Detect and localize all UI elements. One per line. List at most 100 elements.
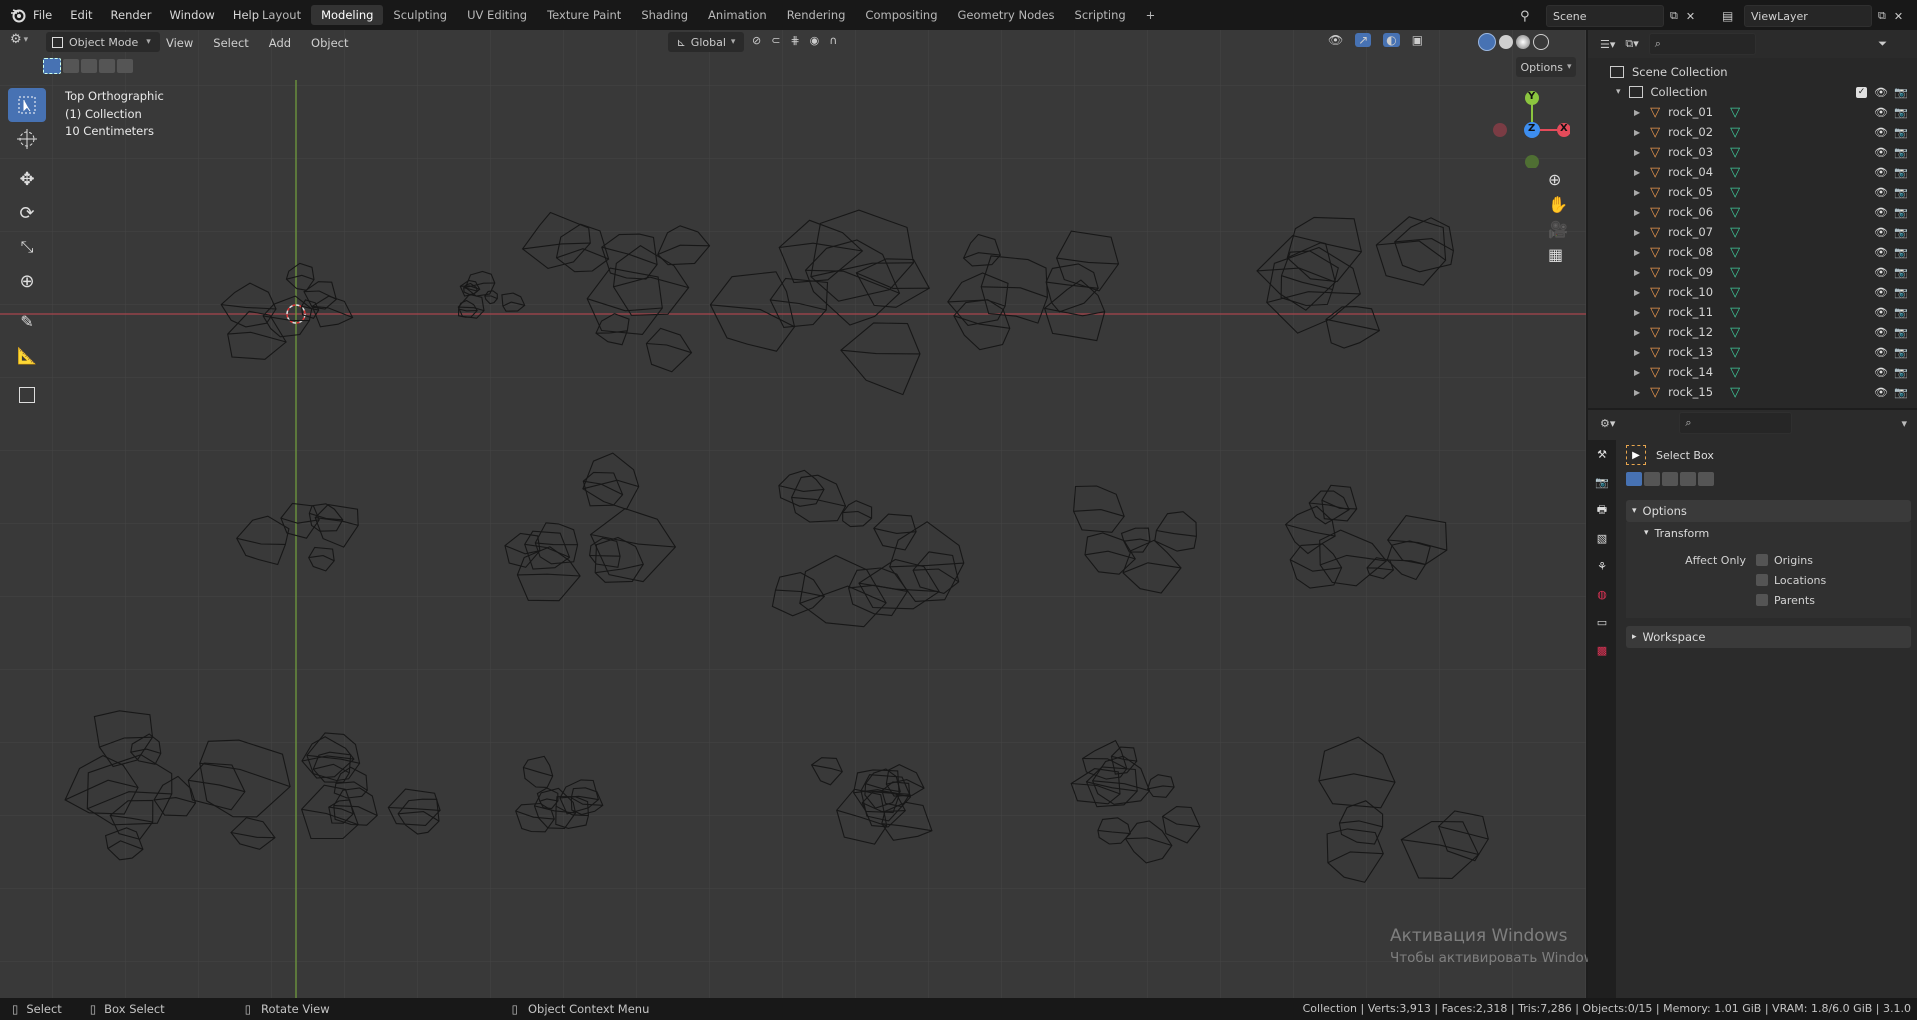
material-shading-icon[interactable] — [1516, 35, 1530, 49]
render-camera-icon[interactable]: 📷 — [1894, 266, 1908, 279]
mesh-data-icon[interactable]: ▽ — [1730, 145, 1740, 160]
render-camera-icon[interactable]: 📷 — [1894, 246, 1908, 259]
outliner-object-row[interactable]: ▶ ▽ rock_15 ▽ 👁 📷 — [1588, 382, 1917, 402]
proportional-edit-icon[interactable]: ◉ — [810, 34, 820, 47]
visibility-eye-icon[interactable]: 👁 — [1874, 206, 1888, 219]
render-camera-icon[interactable]: 📷 — [1894, 386, 1908, 399]
mesh-data-icon[interactable]: ▽ — [1730, 265, 1740, 280]
render-camera-icon[interactable]: 📷 — [1894, 186, 1908, 199]
annotate-tool[interactable]: ✎ — [8, 304, 46, 338]
mesh-data-icon[interactable]: ▽ — [1730, 385, 1740, 400]
editor-type-button[interactable]: ⚙ ▾ — [10, 32, 28, 47]
tab-collection[interactable]: ▭ — [1588, 608, 1616, 636]
filter-icon[interactable]: ⏷ — [1878, 37, 1887, 51]
render-camera-icon[interactable]: 📷 — [1894, 326, 1908, 339]
tab-texture-paint[interactable]: Texture Paint — [537, 5, 631, 25]
visibility-eye-icon[interactable]: 👁 — [1874, 366, 1888, 379]
mesh-data-icon[interactable]: ▽ — [1730, 225, 1740, 240]
outliner-object-row[interactable]: ▶ ▽ rock_03 ▽ 👁 📷 — [1588, 142, 1917, 162]
visibility-eye-icon[interactable]: 👁 — [1874, 186, 1888, 199]
pivot-point-icon[interactable]: ⊘ — [752, 34, 761, 47]
transform-subpanel-header[interactable]: ▾ Transform — [1626, 522, 1911, 544]
snap-icon[interactable]: ⊂ — [771, 34, 780, 47]
visibility-eye-icon[interactable]: 👁 — [1874, 86, 1888, 99]
select-subtract-icon[interactable] — [81, 59, 97, 73]
render-camera-icon[interactable]: 📷 — [1894, 286, 1908, 299]
visibility-eye-icon[interactable]: 👁 — [1874, 226, 1888, 239]
delete-scene-icon[interactable]: ✕ — [1686, 10, 1695, 23]
pan-hand-icon[interactable]: ✋ — [1548, 195, 1568, 214]
mesh-data-icon[interactable]: ▽ — [1730, 205, 1740, 220]
mesh-data-icon[interactable]: ▽ — [1730, 185, 1740, 200]
expand-arrow-icon[interactable]: ▶ — [1634, 368, 1640, 377]
solid-shading-icon[interactable] — [1499, 35, 1513, 49]
outliner-object-row[interactable]: ▶ ▽ rock_04 ▽ 👁 📷 — [1588, 162, 1917, 182]
mesh-data-icon[interactable]: ▽ — [1730, 245, 1740, 260]
expand-arrow-icon[interactable]: ▶ — [1634, 148, 1640, 157]
mesh-data-icon[interactable]: ▽ — [1730, 125, 1740, 140]
delete-view-layer-icon[interactable]: ✕ — [1894, 10, 1903, 23]
visibility-eye-icon[interactable]: 👁 — [1874, 126, 1888, 139]
chevron-down-icon[interactable]: ▾ — [1901, 417, 1907, 430]
view-layer-selector[interactable]: ▤ ViewLayer ⧉ ✕ — [1722, 5, 1903, 27]
add-workspace-button[interactable]: + — [1136, 5, 1166, 25]
mesh-data-icon[interactable]: ▽ — [1730, 305, 1740, 320]
mode-dropdown[interactable]: Object Mode ▾ — [46, 32, 160, 52]
tab-layout[interactable]: Layout — [252, 5, 311, 25]
move-tool[interactable]: ✥ — [8, 162, 46, 196]
mesh-data-icon[interactable]: ▽ — [1730, 165, 1740, 180]
scene-collection-row[interactable]: Scene Collection — [1588, 62, 1917, 82]
options-panel-header[interactable]: ▾ Options — [1626, 500, 1911, 522]
expand-arrow-icon[interactable]: ▶ — [1634, 228, 1640, 237]
tab-uv-editing[interactable]: UV Editing — [457, 5, 537, 25]
select-invert-icon[interactable] — [1680, 472, 1696, 486]
collapse-arrow-icon[interactable]: ▾ — [1616, 87, 1621, 97]
3d-viewport[interactable] — [0, 30, 1586, 998]
tab-animation[interactable]: Animation — [698, 5, 777, 25]
menu-select[interactable]: Select — [213, 36, 248, 50]
overlay-toggle-icon[interactable]: ◐ — [1383, 33, 1400, 47]
visibility-eye-icon[interactable]: 👁 — [1874, 106, 1888, 119]
expand-arrow-icon[interactable]: ▶ — [1634, 128, 1640, 137]
mesh-data-icon[interactable]: ▽ — [1730, 345, 1740, 360]
select-intersect-icon[interactable] — [117, 59, 133, 73]
gizmo-toggle-icon[interactable]: ↗ — [1355, 33, 1372, 47]
select-extend-icon[interactable] — [1644, 472, 1660, 486]
render-camera-icon[interactable]: 📷 — [1894, 106, 1908, 119]
cursor-tool[interactable] — [8, 122, 46, 156]
rotate-tool[interactable]: ⟳ — [8, 196, 46, 230]
origins-checkbox[interactable] — [1756, 554, 1768, 566]
expand-arrow-icon[interactable]: ▶ — [1634, 308, 1640, 317]
wireframe-shading-icon[interactable] — [1478, 33, 1496, 51]
tab-world[interactable]: ◍ — [1588, 580, 1616, 608]
menu-render[interactable]: Render — [102, 8, 161, 22]
visibility-eye-icon[interactable]: 👁 — [1874, 146, 1888, 159]
visibility-icon[interactable]: 👁 — [1328, 33, 1343, 47]
snap-target-icon[interactable]: ⋕ — [790, 34, 799, 47]
expand-arrow-icon[interactable]: ▶ — [1634, 168, 1640, 177]
scene-selector[interactable]: ⚲ Scene ⧉ ✕ — [1520, 5, 1695, 27]
tab-geometry-nodes[interactable]: Geometry Nodes — [948, 5, 1065, 25]
falloff-icon[interactable]: ∩ — [829, 34, 837, 47]
properties-search-input[interactable]: ⌕ — [1679, 412, 1793, 434]
measure-tool[interactable]: 📐 — [8, 338, 46, 372]
outliner-object-row[interactable]: ▶ ▽ rock_11 ▽ 👁 📷 — [1588, 302, 1917, 322]
outliner-object-row[interactable]: ▶ ▽ rock_02 ▽ 👁 📷 — [1588, 122, 1917, 142]
menu-edit[interactable]: Edit — [61, 8, 101, 22]
select-box-tool[interactable] — [8, 88, 46, 122]
select-extend-icon[interactable] — [63, 59, 79, 73]
mesh-data-icon[interactable]: ▽ — [1730, 325, 1740, 340]
mesh-data-icon[interactable]: ▽ — [1730, 285, 1740, 300]
rendered-shading-icon[interactable] — [1533, 34, 1549, 50]
visibility-eye-icon[interactable]: 👁 — [1874, 246, 1888, 259]
select-subtract-icon[interactable] — [1662, 472, 1678, 486]
transform-orientation-dropdown[interactable]: ⊾ Global ▾ — [668, 32, 744, 52]
outliner-object-row[interactable]: ▶ ▽ rock_01 ▽ 👁 📷 — [1588, 102, 1917, 122]
tab-view-layer[interactable]: ▧ — [1588, 524, 1616, 552]
tab-sculpting[interactable]: Sculpting — [383, 5, 457, 25]
outliner-object-row[interactable]: ▶ ▽ rock_05 ▽ 👁 📷 — [1588, 182, 1917, 202]
scale-tool[interactable]: ⤡ — [8, 230, 46, 264]
parents-checkbox[interactable] — [1756, 594, 1768, 606]
tab-tool[interactable]: ⚒ — [1588, 440, 1616, 468]
add-cube-tool[interactable] — [8, 378, 46, 412]
